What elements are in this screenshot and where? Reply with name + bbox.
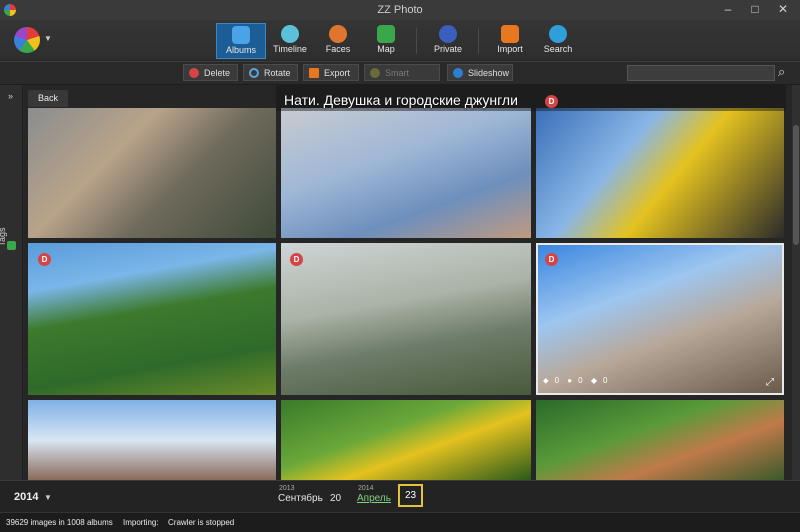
- search-icon[interactable]: ⌕: [778, 64, 794, 80]
- chevron-down-icon[interactable]: ▼: [44, 34, 52, 43]
- album-title: Нати. Девушка и городские джунгли: [284, 92, 518, 108]
- timeline-year: 2014: [358, 485, 374, 492]
- shield-icon: [439, 25, 457, 43]
- status-bar: 39629 images in 1008 albums Importing: C…: [0, 512, 800, 532]
- photo-thumbnail[interactable]: [536, 108, 784, 238]
- search-icon: [549, 25, 567, 43]
- rotate-icon: [249, 68, 259, 78]
- title-bar: ZZ Photo – □ ✕: [0, 0, 800, 21]
- timeline-day[interactable]: 20: [330, 493, 341, 504]
- photo-thumbnail[interactable]: [28, 108, 276, 238]
- crawler-status: Crawler is stopped: [168, 518, 235, 527]
- photo-thumbnail[interactable]: [28, 243, 276, 395]
- photo-thumbnail-selected[interactable]: [536, 243, 784, 395]
- importing-label: Importing:: [123, 518, 159, 527]
- photo-thumbnail[interactable]: [281, 243, 531, 395]
- face-count: 0: [578, 376, 583, 385]
- window-title: ZZ Photo: [377, 4, 423, 16]
- main-toolbar: ▼ Albums Timeline Faces Map Private Impo…: [0, 20, 800, 60]
- photo-thumbnail[interactable]: [536, 400, 784, 480]
- timeline-month-active[interactable]: Апрель: [357, 493, 391, 504]
- fullscreen-icon[interactable]: ⤢: [766, 377, 774, 388]
- delete-icon: [189, 68, 199, 78]
- back-button[interactable]: Back: [28, 90, 69, 107]
- smart-album-icon: [370, 68, 380, 78]
- duplicate-badge: D: [38, 253, 51, 266]
- tag-icon: [7, 241, 16, 250]
- place-count: 0: [602, 376, 608, 385]
- left-sidebar: » Tags: [0, 85, 23, 480]
- tag-count: 0: [554, 376, 560, 385]
- timeline-day-selected[interactable]: 23: [398, 484, 424, 507]
- export-button[interactable]: Export: [303, 64, 359, 81]
- library-summary: 39629 images in 1008 albums: [6, 518, 113, 527]
- photo-stats: ⬥ 0 ● 0 ◆ 0: [543, 376, 613, 386]
- tab-timeline[interactable]: Timeline: [266, 23, 314, 57]
- timeline-bar: 2014 ▼ 2013 Сентябрь 20 2014 Апрель 23: [0, 480, 800, 513]
- minimize-button[interactable]: –: [713, 0, 743, 20]
- app-logo-icon[interactable]: [14, 27, 40, 53]
- tab-map[interactable]: Map: [362, 23, 410, 57]
- albums-icon: [232, 26, 250, 44]
- timeline-year: 2013: [279, 485, 295, 492]
- rotate-button[interactable]: Rotate: [243, 64, 298, 81]
- close-button[interactable]: ✕: [768, 0, 798, 20]
- scrollbar-thumb[interactable]: [793, 125, 799, 245]
- slideshow-button[interactable]: Slideshow: [447, 64, 513, 81]
- photo-thumbnail[interactable]: [28, 400, 276, 480]
- duplicate-badge: D: [545, 95, 558, 108]
- chevron-down-icon[interactable]: ▼: [44, 493, 52, 502]
- export-icon: [309, 68, 319, 78]
- duplicate-badge: D: [290, 253, 303, 266]
- search-button[interactable]: Search: [534, 23, 582, 57]
- play-icon: [453, 68, 463, 78]
- toolbar-divider: [478, 28, 479, 54]
- clock-icon: [281, 25, 299, 43]
- timeline-month[interactable]: Сентябрь: [278, 493, 323, 504]
- photo-thumbnail[interactable]: [281, 400, 531, 480]
- person-icon: ●: [567, 376, 573, 385]
- smart-album-button[interactable]: Smart album: [364, 64, 440, 95]
- expand-icon[interactable]: »: [8, 91, 13, 101]
- location-pin-icon: ◆: [590, 376, 597, 385]
- face-icon: [329, 25, 347, 43]
- map-pin-icon: [377, 25, 395, 43]
- search-input[interactable]: [627, 65, 775, 81]
- tag-icon: ⬥: [543, 376, 549, 385]
- tab-albums[interactable]: Albums: [216, 23, 266, 59]
- import-button[interactable]: Import: [486, 23, 534, 57]
- year-select[interactable]: 2014: [14, 491, 38, 503]
- maximize-button[interactable]: □: [740, 0, 770, 20]
- tab-faces[interactable]: Faces: [314, 23, 362, 57]
- duplicate-badge: D: [545, 253, 558, 266]
- photo-thumbnail[interactable]: [281, 108, 531, 238]
- delete-button[interactable]: Delete: [183, 64, 238, 81]
- import-icon: [501, 25, 519, 43]
- gallery-scrollbar[interactable]: [792, 85, 800, 480]
- toolbar-divider: [416, 28, 417, 54]
- tab-private[interactable]: Private: [424, 23, 472, 57]
